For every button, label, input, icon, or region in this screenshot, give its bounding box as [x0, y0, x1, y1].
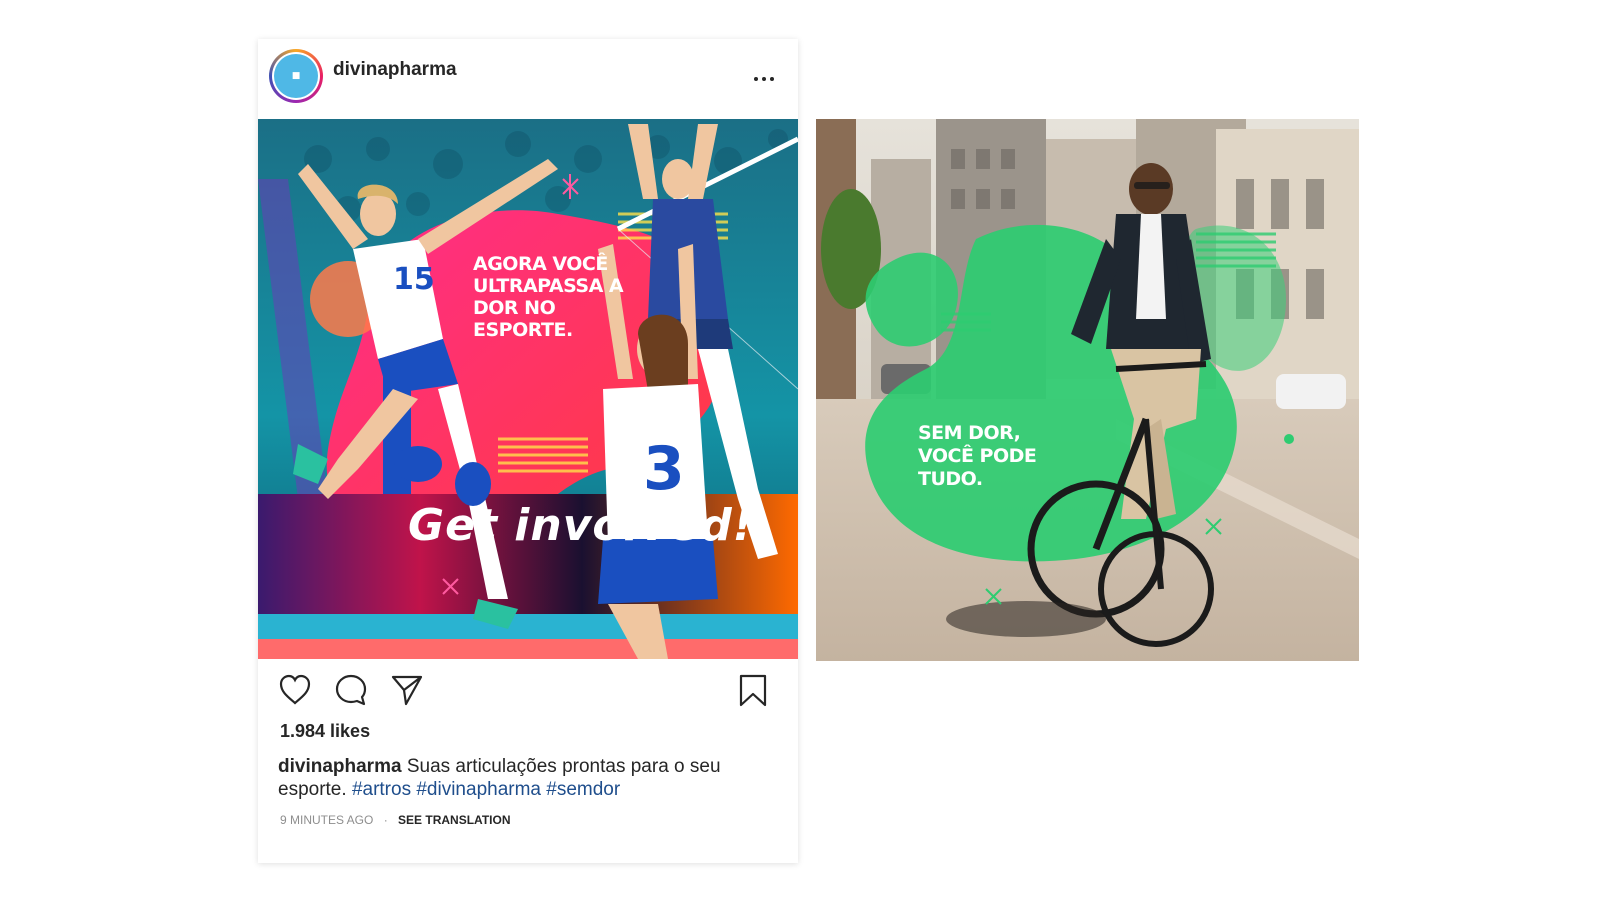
hashtag[interactable]: #artros — [352, 779, 411, 800]
see-translation-link[interactable]: SEE TRANSLATION — [398, 813, 510, 827]
image-banner-text: Get involved! — [408, 500, 754, 551]
post-header: ■ divinapharma — [258, 39, 798, 119]
volleyball-scene: 15 3 — [258, 119, 798, 659]
post-caption: divinapharma Suas articulações prontas p… — [278, 755, 748, 801]
separator: · — [383, 813, 388, 827]
post-image-volleyball[interactable]: 15 3 Get involved! AGORA VOCÊ ULTRAPASSA… — [258, 119, 798, 659]
avatar[interactable]: ■ — [269, 49, 323, 103]
image-headline: AGORA VOCÊ ULTRAPASSA A DOR NO ESPORTE. — [473, 253, 624, 341]
hashtag[interactable]: #divinapharma — [416, 779, 541, 800]
more-options-icon[interactable] — [750, 63, 780, 93]
canvas: ■ divinapharma 15 3 Get involved! AGORA … — [0, 0, 1600, 900]
paper-plane-icon[interactable] — [390, 673, 424, 707]
image-headline-2: SEM DOR, VOCÊ PODE TUDO. — [918, 422, 1037, 490]
second-image-cyclist[interactable]: SEM DOR, VOCÊ PODE TUDO. — [816, 119, 1359, 661]
avatar-logo: ■ — [274, 54, 318, 98]
bookmark-icon[interactable] — [736, 673, 770, 707]
post-username[interactable]: divinapharma — [333, 59, 457, 81]
svg-text:3: 3 — [643, 434, 685, 504]
heart-icon[interactable] — [278, 673, 312, 707]
instagram-post-card: ■ divinapharma 15 3 Get involved! AGORA … — [258, 39, 798, 863]
hashtag[interactable]: #semdor — [546, 779, 620, 800]
post-action-bar — [258, 659, 798, 717]
post-meta: 9 MINUTES AGO · SEE TRANSLATION — [280, 813, 511, 827]
likes-count[interactable]: 1.984 likes — [280, 721, 370, 742]
comment-icon[interactable] — [334, 673, 368, 707]
svg-text:15: 15 — [393, 262, 435, 297]
cyclist-scene — [816, 119, 1359, 661]
caption-username[interactable]: divinapharma — [278, 756, 402, 777]
timestamp: 9 MINUTES AGO — [280, 813, 374, 827]
